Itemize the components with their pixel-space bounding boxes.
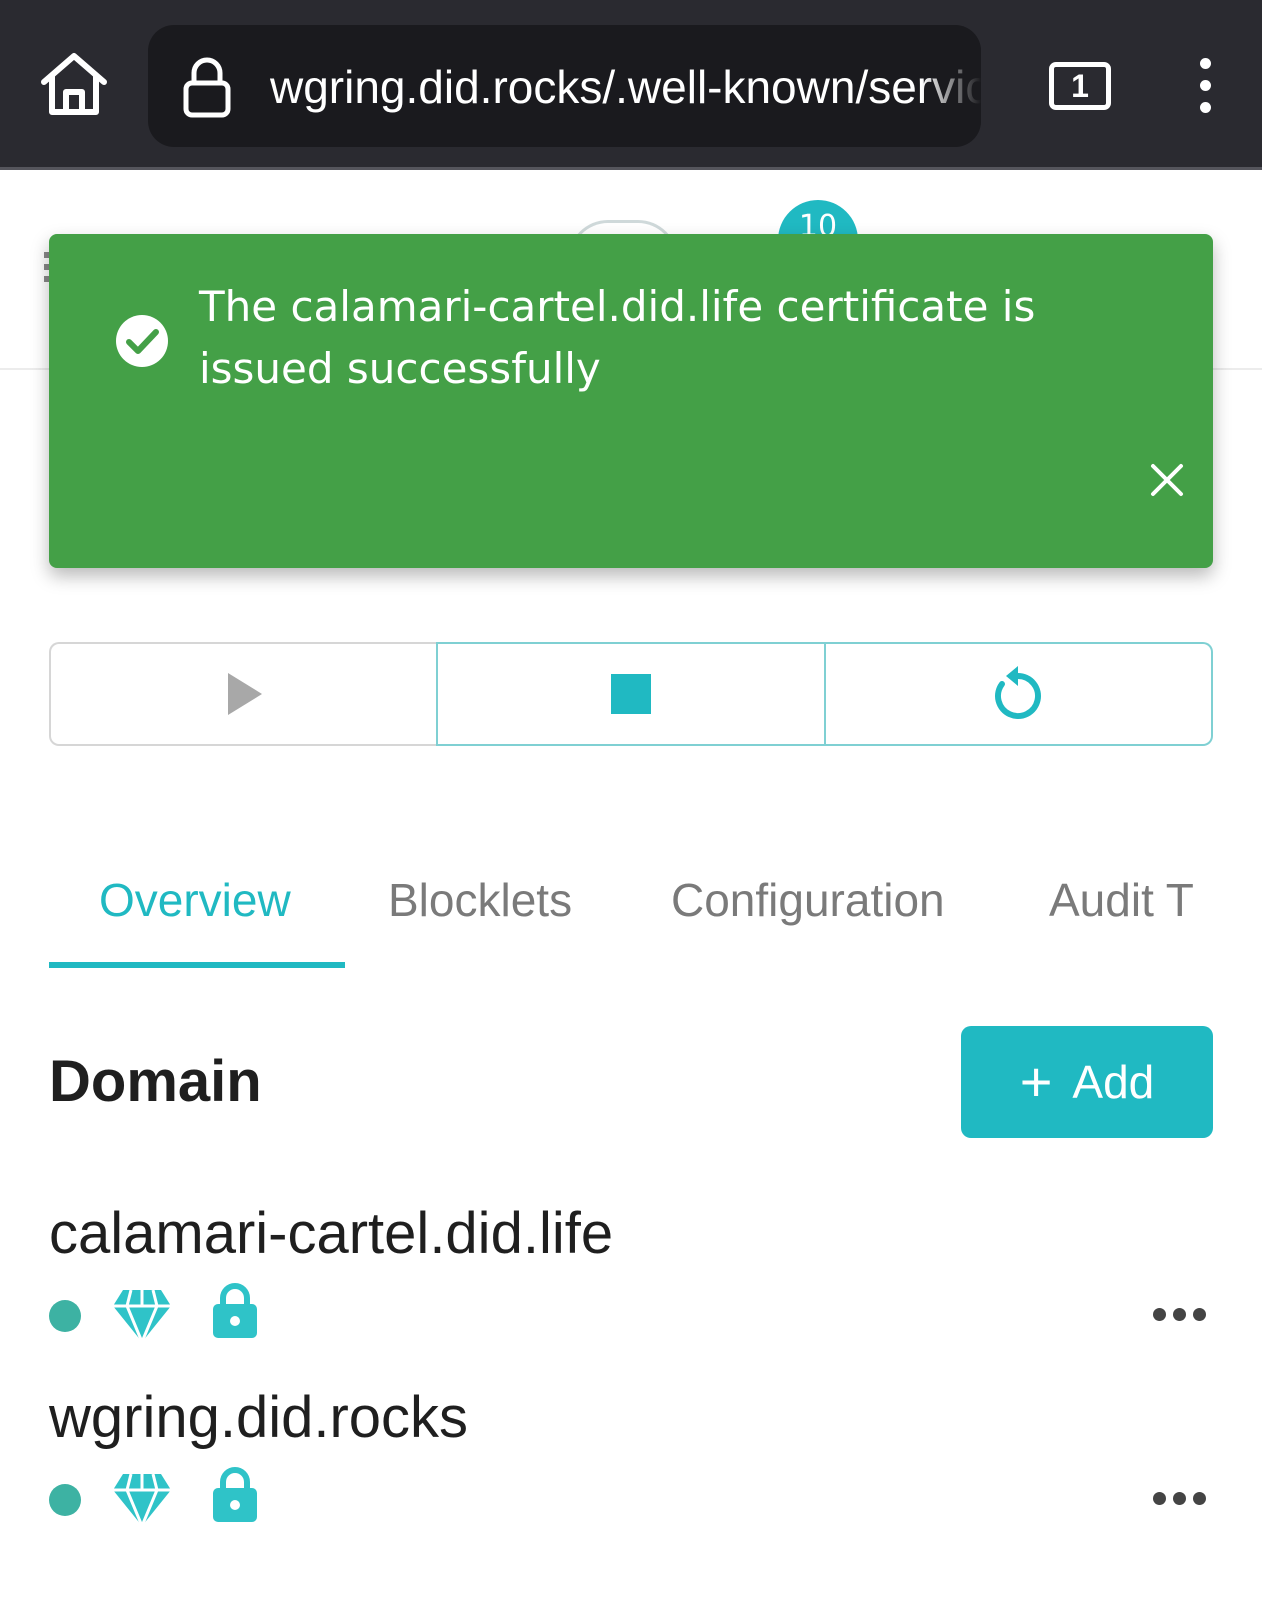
url-fade bbox=[921, 25, 981, 147]
lock-icon bbox=[182, 55, 232, 119]
overflow-menu-icon[interactable] bbox=[1190, 58, 1220, 114]
more-options-icon[interactable] bbox=[1153, 1488, 1207, 1508]
more-options-icon[interactable] bbox=[1153, 1304, 1207, 1324]
start-button[interactable] bbox=[49, 642, 437, 746]
diamond-icon bbox=[113, 1473, 171, 1528]
domain-item: calamari-cartel.did.life bbox=[49, 1200, 1213, 1370]
restart-button[interactable] bbox=[825, 642, 1213, 746]
toast-message: The calamari-cartel.did.life certificate… bbox=[199, 282, 1036, 393]
url-text: wgring.did.rocks/.well-known/service/adm… bbox=[270, 61, 981, 113]
stop-icon bbox=[610, 674, 651, 714]
tab-bar: Overview Blocklets Configuration Audit T bbox=[49, 860, 1262, 970]
stop-button[interactable] bbox=[436, 642, 826, 746]
status-dot bbox=[49, 1484, 81, 1516]
add-button-label: Add bbox=[1072, 1056, 1155, 1108]
tab-blocklets[interactable]: Blocklets bbox=[388, 860, 572, 970]
play-icon bbox=[227, 673, 262, 715]
add-domain-button[interactable]: + Add bbox=[961, 1026, 1213, 1138]
tab-configuration[interactable]: Configuration bbox=[671, 860, 945, 970]
check-circle-icon bbox=[115, 314, 169, 368]
address-bar[interactable]: wgring.did.rocks/.well-known/service/adm… bbox=[148, 25, 981, 147]
diamond-icon bbox=[113, 1289, 171, 1344]
home-icon[interactable] bbox=[38, 50, 110, 118]
status-dot bbox=[49, 1300, 81, 1332]
success-toast: The calamari-cartel.did.life certificate… bbox=[49, 234, 1213, 568]
tab-switcher-button[interactable]: 1 bbox=[1049, 62, 1111, 110]
domain-name: wgring.did.rocks bbox=[49, 1385, 469, 1450]
lock-icon bbox=[213, 1283, 257, 1338]
plus-icon: + bbox=[1019, 1050, 1053, 1113]
close-icon[interactable] bbox=[1143, 456, 1191, 504]
browser-toolbar: wgring.did.rocks/.well-known/service/adm… bbox=[0, 0, 1262, 170]
tab-audit[interactable]: Audit T bbox=[1049, 860, 1194, 970]
section-title: Domain bbox=[49, 1049, 262, 1114]
restart-icon bbox=[995, 666, 1042, 719]
lock-icon bbox=[213, 1467, 257, 1522]
page: wgring.did.rocks/.well-known/service/adm… bbox=[0, 0, 1262, 1600]
active-tab-indicator bbox=[49, 962, 345, 968]
tab-overview[interactable]: Overview bbox=[99, 860, 291, 970]
domain-item: wgring.did.rocks bbox=[49, 1384, 1213, 1554]
blocklet-controls bbox=[49, 642, 1213, 746]
domain-name: calamari-cartel.did.life bbox=[49, 1201, 614, 1266]
